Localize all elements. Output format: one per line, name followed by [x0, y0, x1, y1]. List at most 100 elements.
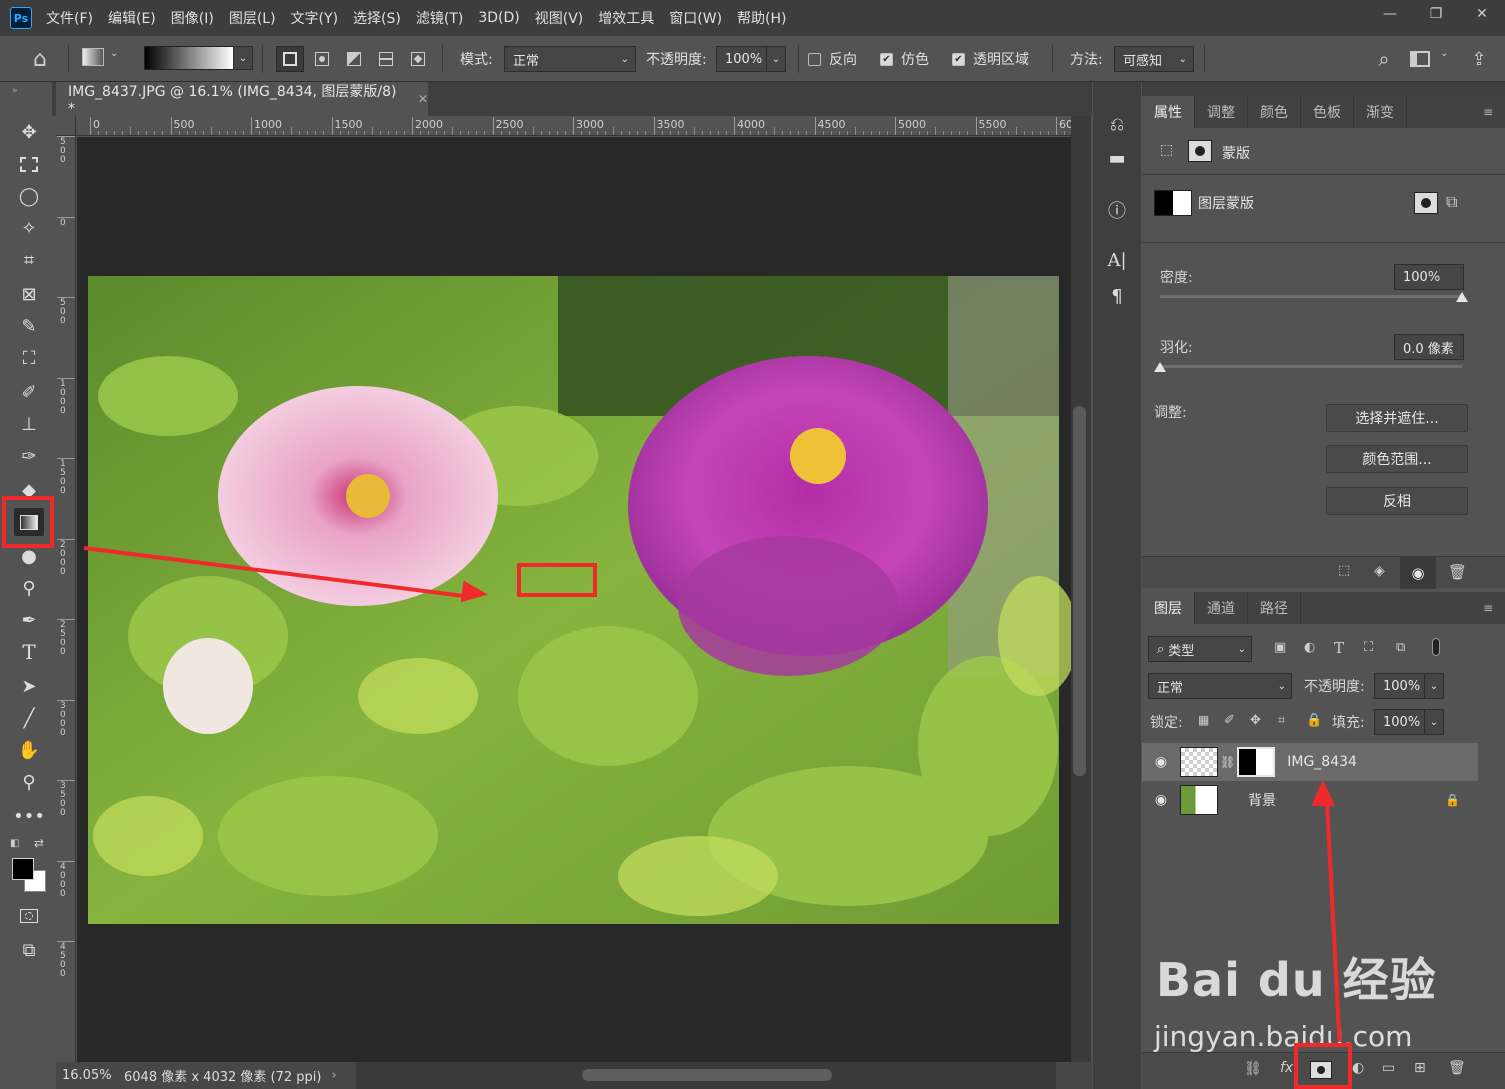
- chevron-right-icon[interactable]: ›: [331, 1068, 336, 1083]
- layer-row[interactable]: ◉ ⛓ IMG_8434: [1142, 743, 1478, 781]
- horizontal-scroll-thumb[interactable]: [582, 1069, 832, 1081]
- menu-select[interactable]: 选择(S): [353, 8, 401, 28]
- history-brush-tool-icon[interactable]: ✑: [14, 442, 44, 470]
- info-icon[interactable]: ⓘ: [1105, 198, 1129, 222]
- menu-view[interactable]: 视图(V): [535, 8, 584, 28]
- more-tools-icon[interactable]: •••: [13, 802, 45, 830]
- filter-smart-object-icon[interactable]: ⧉: [1396, 640, 1405, 655]
- vertical-scrollbar[interactable]: [1071, 116, 1091, 1062]
- menu-plugins[interactable]: 增效工具: [598, 8, 654, 28]
- healing-brush-tool-icon[interactable]: ⛶: [14, 344, 44, 372]
- menu-file[interactable]: 文件(F): [46, 8, 93, 28]
- vertical-scroll-thumb[interactable]: [1073, 406, 1086, 776]
- transparency-checkbox[interactable]: ✔ 透明区域: [952, 49, 1029, 69]
- paragraph-icon[interactable]: ¶: [1105, 284, 1129, 308]
- horizontal-scrollbar[interactable]: [356, 1062, 1056, 1089]
- gradient-preview[interactable]: [144, 46, 234, 70]
- document-info[interactable]: 6048 像素 x 4032 像素 (72 ppi): [124, 1066, 321, 1085]
- chevron-down-icon[interactable]: ⌄: [110, 48, 118, 59]
- lock-transparent-icon[interactable]: ▦: [1198, 713, 1209, 727]
- menu-help[interactable]: 帮助(H): [737, 8, 786, 28]
- minimize-button[interactable]: —: [1367, 0, 1413, 28]
- quick-mask-icon[interactable]: [14, 902, 44, 930]
- link-layers-icon[interactable]: ⛓: [1244, 1061, 1262, 1077]
- panel-menu-icon[interactable]: ≡: [1471, 96, 1505, 128]
- fx-icon[interactable]: fx: [1280, 1060, 1293, 1076]
- ruler-origin[interactable]: [56, 116, 76, 136]
- close-tab-icon[interactable]: ✕: [418, 92, 428, 106]
- history-icon[interactable]: ⎌: [1105, 112, 1129, 136]
- filter-pixel-icon[interactable]: ▣: [1274, 640, 1286, 655]
- load-selection-icon[interactable]: ⬚: [1338, 563, 1350, 578]
- layer-mask-thumbnail[interactable]: [1237, 747, 1276, 777]
- layer-name[interactable]: 背景: [1248, 790, 1276, 810]
- feather-input[interactable]: 0.0 像素: [1394, 334, 1464, 360]
- filter-shape-icon[interactable]: ⛶: [1364, 640, 1373, 655]
- screen-mode-icon[interactable]: ⧉: [14, 936, 44, 964]
- character-icon[interactable]: A|: [1105, 248, 1129, 272]
- type-tool-icon[interactable]: T: [14, 638, 44, 666]
- layer-filter-select[interactable]: ⌕ 类型 ⌄: [1148, 636, 1252, 662]
- dither-checkbox[interactable]: ✔ 仿色: [880, 49, 929, 69]
- eye-icon[interactable]: ◉: [1142, 754, 1180, 770]
- layer-thumbnail[interactable]: [1180, 785, 1218, 815]
- swap-colors-icon[interactable]: ⇄: [34, 836, 44, 850]
- gradient-picker-dropdown[interactable]: ⌄: [233, 46, 253, 70]
- trash-icon[interactable]: 🗑: [1448, 563, 1467, 581]
- tab-swatches[interactable]: 色板: [1301, 96, 1354, 128]
- close-button[interactable]: ✕: [1459, 0, 1505, 28]
- density-slider-handle[interactable]: [1456, 292, 1468, 302]
- reverse-checkbox[interactable]: 反向: [808, 49, 857, 69]
- menu-type[interactable]: 文字(Y): [291, 8, 338, 28]
- home-icon[interactable]: ⌂: [26, 46, 54, 72]
- canvas-area[interactable]: [77, 137, 1071, 1062]
- menu-edit[interactable]: 编辑(E): [108, 8, 156, 28]
- chevron-down-icon[interactable]: ⌄: [1440, 48, 1448, 59]
- marquee-tool-icon[interactable]: [14, 150, 44, 178]
- menu-window[interactable]: 窗口(W): [669, 8, 722, 28]
- foreground-color-swatch[interactable]: [12, 858, 34, 880]
- tab-layers[interactable]: 图层: [1142, 592, 1195, 624]
- lock-artboard-icon[interactable]: ⌗: [1278, 713, 1285, 728]
- search-icon[interactable]: ⌕: [1370, 46, 1398, 72]
- restore-button[interactable]: ❐: [1413, 0, 1459, 28]
- eye-icon[interactable]: ◉: [1400, 557, 1436, 589]
- path-selection-tool-icon[interactable]: ➤: [14, 672, 44, 700]
- adjustment-layer-icon[interactable]: ◐: [1352, 1060, 1364, 1076]
- dodge-tool-icon[interactable]: ⚲: [14, 574, 44, 602]
- tab-adjustments[interactable]: 调整: [1195, 96, 1248, 128]
- density-input[interactable]: 100%: [1394, 264, 1464, 290]
- stamp-tool-icon[interactable]: ⊥: [14, 410, 44, 438]
- method-select[interactable]: 可感知 ⌄: [1114, 46, 1194, 72]
- density-slider[interactable]: [1160, 295, 1462, 298]
- mask-thumbnail[interactable]: [1154, 190, 1192, 216]
- add-pixel-mask-icon[interactable]: [1414, 192, 1438, 214]
- diamond-gradient-button[interactable]: [406, 46, 430, 72]
- menu-filter[interactable]: 滤镜(T): [416, 8, 463, 28]
- add-vector-mask-icon[interactable]: ⧉: [1446, 192, 1457, 212]
- lock-image-icon[interactable]: ✐: [1224, 713, 1235, 728]
- panel-menu-icon[interactable]: ≡: [1471, 592, 1505, 624]
- document-tab[interactable]: IMG_8437.JPG @ 16.1% (IMG_8434, 图层蒙版/8) …: [56, 82, 428, 117]
- pen-tool-icon[interactable]: ✒: [14, 606, 44, 634]
- filter-adjustment-icon[interactable]: ◐: [1304, 640, 1315, 655]
- select-and-mask-button[interactable]: 选择并遮住...: [1326, 404, 1468, 432]
- angle-gradient-button[interactable]: [342, 46, 366, 72]
- comments-icon[interactable]: ▬: [1105, 146, 1129, 170]
- invert-button[interactable]: 反相: [1326, 487, 1468, 515]
- pixel-mask-icon[interactable]: ⬚: [1160, 142, 1173, 158]
- move-tool-icon[interactable]: ✥: [14, 118, 44, 146]
- line-tool-icon[interactable]: ╱: [14, 704, 44, 732]
- trash-icon[interactable]: 🗑: [1448, 1060, 1466, 1076]
- fill-dropdown[interactable]: ⌄: [1424, 709, 1444, 735]
- filter-toggle[interactable]: [1432, 638, 1440, 656]
- mode-select[interactable]: 正常 ⌄: [504, 46, 636, 72]
- blend-mode-select[interactable]: 正常 ⌄: [1148, 673, 1292, 699]
- opacity-dropdown[interactable]: ⌄: [766, 46, 786, 72]
- new-layer-icon[interactable]: ⊞: [1414, 1060, 1426, 1076]
- frame-tool-icon[interactable]: ⊠: [14, 280, 44, 308]
- default-colors-icon[interactable]: ◧: [10, 838, 19, 849]
- tab-color[interactable]: 颜色: [1248, 96, 1301, 128]
- tab-channels[interactable]: 通道: [1195, 592, 1248, 624]
- link-icon[interactable]: ⛓: [1220, 755, 1235, 769]
